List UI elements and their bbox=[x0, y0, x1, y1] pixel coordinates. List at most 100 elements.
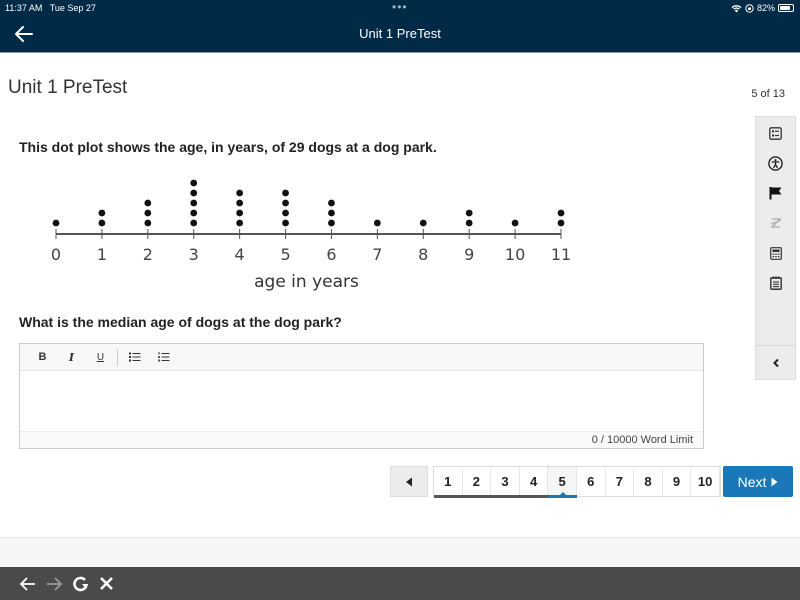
data-dot bbox=[419, 219, 427, 227]
toolbar-divider bbox=[117, 348, 118, 366]
page-button-9[interactable]: 9 bbox=[662, 467, 692, 496]
data-dot bbox=[52, 219, 60, 227]
data-dot bbox=[328, 209, 335, 217]
caret-right-icon bbox=[771, 477, 778, 486]
page-button-8[interactable]: 8 bbox=[634, 467, 663, 496]
editor-toolbar: B I U bbox=[20, 344, 703, 371]
data-dot bbox=[236, 199, 244, 207]
notepad-button[interactable] bbox=[756, 269, 795, 297]
x-tick-label: 11 bbox=[551, 245, 571, 264]
battery-fill bbox=[780, 6, 790, 10]
answer-textarea[interactable] bbox=[20, 371, 703, 431]
data-dot bbox=[282, 219, 289, 227]
data-dot bbox=[190, 189, 198, 197]
current-page-caret-icon bbox=[558, 492, 567, 496]
data-dot bbox=[190, 219, 198, 227]
answer-eliminator-button[interactable] bbox=[756, 209, 795, 237]
data-dot bbox=[98, 219, 106, 227]
x-tick-label: 8 bbox=[418, 245, 428, 264]
numbered-list-icon bbox=[157, 352, 169, 362]
header-title: Unit 1 PreTest bbox=[359, 26, 441, 41]
browser-forward-button[interactable] bbox=[44, 574, 64, 594]
question-counter: 5 of 13 bbox=[751, 88, 785, 100]
multitask-dots-icon[interactable]: ••• bbox=[392, 0, 408, 14]
app-header: Unit 1 PreTest bbox=[0, 17, 800, 52]
word-limit-counter: 0 / 10000 Word Limit bbox=[20, 431, 703, 448]
page-button-2[interactable]: 2 bbox=[462, 467, 492, 496]
x-tick-label: 0 bbox=[51, 245, 61, 264]
bold-button[interactable]: B bbox=[28, 347, 57, 367]
caret-left-icon bbox=[406, 477, 412, 486]
notepad-icon bbox=[769, 276, 782, 290]
x-tick-label: 5 bbox=[280, 245, 290, 264]
arrow-left-icon bbox=[19, 576, 35, 591]
wifi-icon bbox=[731, 4, 742, 12]
question-pagination: 1 2 3 4 5 6 7 8 9 10 bbox=[390, 466, 721, 498]
page-button-3[interactable]: 3 bbox=[491, 467, 520, 496]
numbered-list-button[interactable] bbox=[149, 347, 178, 367]
question-text: What is the median age of dogs at the do… bbox=[19, 314, 342, 330]
previous-button[interactable] bbox=[390, 466, 428, 497]
question-prompt: This dot plot shows the age, in years, o… bbox=[19, 139, 437, 155]
data-dot bbox=[511, 219, 519, 227]
data-dot bbox=[190, 209, 198, 217]
status-bar: 11:37 AM Tue Sep 27 ••• 82% bbox=[0, 0, 800, 17]
battery-icon bbox=[778, 4, 794, 12]
header-divider bbox=[0, 52, 800, 53]
reload-icon bbox=[72, 576, 88, 592]
x-tick-label: 7 bbox=[372, 245, 382, 264]
browser-back-button[interactable] bbox=[18, 574, 38, 594]
italic-button[interactable]: I bbox=[57, 347, 86, 367]
flag-button[interactable] bbox=[756, 179, 795, 207]
x-tick-label: 4 bbox=[235, 245, 245, 264]
data-dot bbox=[282, 209, 289, 217]
calculator-icon bbox=[769, 246, 782, 260]
close-icon bbox=[99, 577, 113, 590]
toolbar-divider bbox=[756, 345, 795, 346]
data-dot bbox=[144, 209, 152, 217]
battery-percent: 82% bbox=[756, 3, 775, 13]
data-dot bbox=[144, 199, 152, 207]
browser-reload-button[interactable] bbox=[70, 574, 90, 594]
next-button[interactable]: Next bbox=[723, 466, 793, 497]
page-title: Unit 1 PreTest bbox=[8, 77, 128, 98]
accessibility-icon bbox=[768, 155, 783, 171]
page-button-4[interactable]: 4 bbox=[519, 467, 549, 496]
data-dot bbox=[465, 219, 473, 227]
bulleted-list-icon bbox=[128, 352, 140, 362]
page-button-1[interactable]: 1 bbox=[434, 467, 463, 496]
x-tick-label: 2 bbox=[143, 245, 153, 264]
arrow-right-icon bbox=[47, 576, 63, 591]
data-dot bbox=[328, 219, 335, 227]
x-tick-label: 1 bbox=[97, 245, 107, 264]
tool-sidebar bbox=[755, 116, 796, 380]
data-dot bbox=[98, 209, 106, 217]
question-list-button[interactable] bbox=[756, 119, 795, 147]
browser-stop-button[interactable] bbox=[96, 574, 116, 594]
calculator-button[interactable] bbox=[756, 239, 795, 267]
data-dot bbox=[190, 199, 198, 207]
page-button-10[interactable]: 10 bbox=[691, 467, 720, 496]
orientation-lock-icon bbox=[745, 3, 754, 13]
data-dot bbox=[236, 209, 244, 217]
data-dot bbox=[144, 219, 152, 227]
accessibility-button[interactable] bbox=[756, 149, 795, 177]
browser-toolbar bbox=[0, 567, 800, 600]
data-dot bbox=[282, 189, 289, 197]
bulleted-list-button[interactable] bbox=[120, 347, 149, 367]
dot-plot: 0 1 2 3 4 5 6 7 8 9 10 11 age in years bbox=[51, 179, 571, 292]
page-button-7[interactable]: 7 bbox=[605, 467, 635, 496]
page-number-list: 1 2 3 4 5 6 7 8 9 10 bbox=[433, 466, 721, 498]
collapse-toolbar-button[interactable] bbox=[756, 349, 795, 377]
underline-button[interactable]: U bbox=[86, 347, 115, 367]
x-tick-label: 6 bbox=[326, 245, 336, 264]
strikethrough-z-icon bbox=[769, 218, 782, 228]
page-button-6[interactable]: 6 bbox=[576, 467, 606, 496]
data-dot bbox=[190, 179, 198, 187]
x-tick-label: 3 bbox=[189, 245, 199, 264]
list-icon bbox=[769, 126, 782, 140]
data-dot bbox=[373, 219, 381, 227]
data-dot bbox=[557, 219, 565, 227]
data-dot bbox=[282, 199, 289, 207]
data-dot bbox=[236, 189, 244, 197]
